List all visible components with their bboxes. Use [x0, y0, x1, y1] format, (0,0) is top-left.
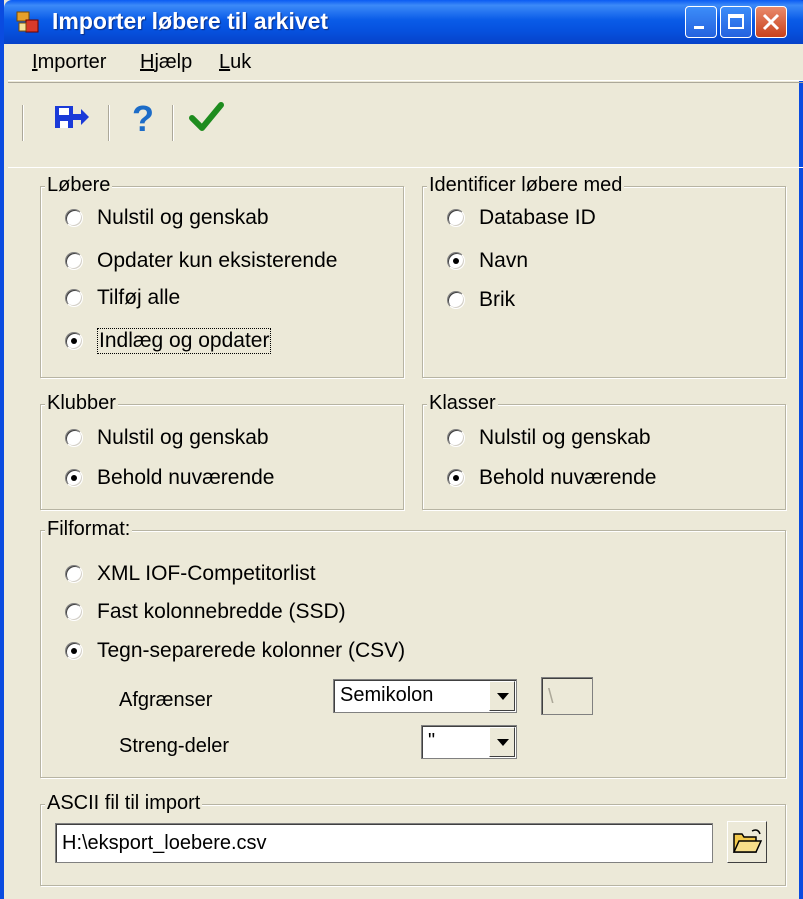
klubber-option-keep[interactable]: Behold nuværende — [65, 465, 274, 491]
toolbar-separator — [172, 105, 174, 141]
streng-deler-value: " — [428, 730, 436, 752]
window-title: Importer løbere til arkivet — [52, 8, 329, 34]
filformat-legend: Filformat: — [45, 518, 133, 541]
lobere-option-update-existing[interactable]: Opdater kun eksisterende — [65, 248, 337, 274]
filformat-option-xml[interactable]: XML IOF-Competitorlist — [65, 561, 316, 587]
ascii-file-group: ASCII fil til import H:\eksport_loebere.… — [40, 792, 786, 886]
radio-circle[interactable] — [65, 642, 83, 660]
identificer-legend: Identificer løbere med — [427, 174, 625, 197]
radio-circle[interactable] — [65, 332, 83, 350]
streng-deler-label: Streng-deler — [119, 735, 230, 757]
identificer-option-database-id[interactable]: Database ID — [447, 205, 596, 231]
radio-circle[interactable] — [65, 289, 83, 307]
maximize-button[interactable] — [720, 6, 752, 38]
radio-circle[interactable] — [447, 429, 465, 447]
streng-deler-select[interactable]: " — [421, 725, 517, 759]
radio-circle[interactable] — [65, 469, 83, 487]
afgraenser-select[interactable]: Semikolon — [333, 679, 517, 713]
import-dialog: Importer løbere til arkivet Importer Hjæ… — [0, 0, 803, 899]
close-button[interactable] — [755, 6, 787, 38]
menu-luk[interactable]: Luk — [219, 51, 251, 74]
klasser-option-keep[interactable]: Behold nuværende — [447, 465, 656, 491]
ascii-file-legend: ASCII fil til import — [45, 792, 203, 815]
lobere-option-add-all[interactable]: Tilføj alle — [65, 285, 180, 311]
afgraenser-value: Semikolon — [340, 684, 434, 706]
chevron-down-icon[interactable] — [489, 681, 515, 711]
klubber-legend: Klubber — [45, 392, 118, 415]
lobere-option-insert-update[interactable]: Indlæg og opdater — [65, 328, 272, 354]
filformat-option-ssd[interactable]: Fast kolonnebredde (SSD) — [65, 599, 346, 625]
toolbar: ? — [8, 82, 803, 168]
radio-circle[interactable] — [65, 429, 83, 447]
title-bar[interactable]: Importer løbere til arkivet — [4, 0, 803, 44]
filformat-group: Filformat: XML IOF-Competitorlist Fast k… — [40, 518, 786, 778]
close-icon — [762, 13, 780, 31]
svg-text:?: ? — [132, 98, 154, 137]
filformat-option-csv[interactable]: Tegn-separerede kolonner (CSV) — [65, 638, 405, 664]
menu-hjaelp[interactable]: Hjælp — [140, 51, 192, 74]
lobere-legend: Løbere — [45, 174, 113, 197]
radio-circle[interactable] — [65, 603, 83, 621]
maximize-icon — [728, 14, 744, 29]
chevron-down-icon[interactable] — [489, 727, 515, 757]
klasser-group: Klasser Nulstil og genskab Behold nuvære… — [422, 392, 786, 510]
minimize-button[interactable] — [685, 6, 717, 38]
identificer-group: Identificer løbere med Database ID Navn … — [422, 174, 786, 378]
identificer-option-brik[interactable]: Brik — [447, 287, 515, 313]
radio-circle[interactable] — [447, 252, 465, 270]
app-icon — [16, 11, 39, 33]
file-path-value: H:\eksport_loebere.csv — [62, 832, 267, 854]
import-icon[interactable] — [52, 97, 92, 137]
radio-circle[interactable] — [65, 209, 83, 227]
minimize-icon — [694, 26, 704, 29]
menu-importer[interactable]: Importer — [32, 51, 106, 74]
radio-circle[interactable] — [447, 209, 465, 227]
klubber-group: Klubber Nulstil og genskab Behold nuvære… — [40, 392, 404, 510]
lobere-group: Løbere Nulstil og genskab Opdater kun ek… — [40, 174, 404, 378]
radio-circle[interactable] — [447, 469, 465, 487]
file-path-input[interactable]: H:\eksport_loebere.csv — [55, 823, 713, 863]
help-icon[interactable]: ? — [122, 97, 162, 137]
klubber-option-reset[interactable]: Nulstil og genskab — [65, 425, 269, 451]
afgraenser-char-field[interactable]: \ — [541, 677, 593, 715]
radio-circle[interactable] — [65, 565, 83, 583]
klasser-legend: Klasser — [427, 392, 498, 415]
folder-open-icon — [732, 829, 763, 853]
identificer-option-navn[interactable]: Navn — [447, 248, 528, 274]
radio-circle[interactable] — [65, 252, 83, 270]
toolbar-grip — [22, 105, 24, 141]
afgraenser-char-value: \ — [548, 686, 554, 708]
toolbar-separator — [108, 105, 110, 141]
checkmark-icon[interactable] — [186, 97, 226, 137]
afgraenser-label: Afgrænser — [119, 689, 213, 711]
radio-circle[interactable] — [447, 291, 465, 309]
browse-button[interactable] — [727, 821, 767, 863]
lobere-option-reset[interactable]: Nulstil og genskab — [65, 205, 269, 231]
menu-bar: Importer Hjælp Luk — [8, 44, 803, 81]
klasser-option-reset[interactable]: Nulstil og genskab — [447, 425, 651, 451]
